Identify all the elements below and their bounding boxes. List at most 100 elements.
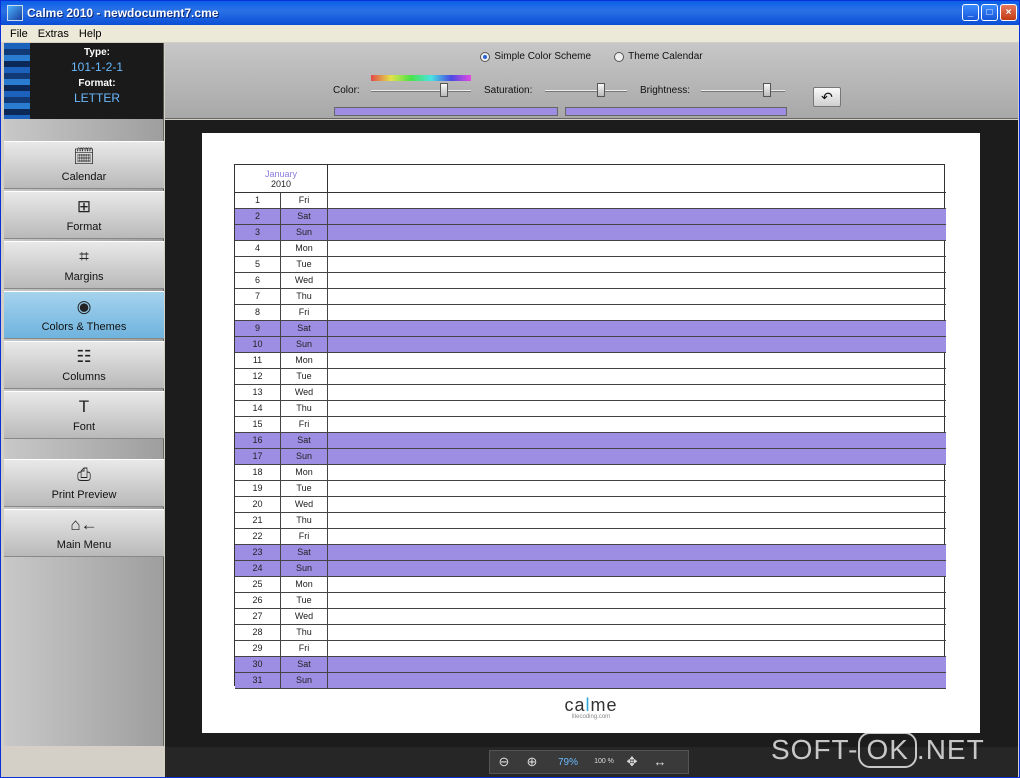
color-preview-swatch-2 xyxy=(565,107,787,116)
columns-icon: ☷ xyxy=(76,347,92,366)
calendar-row: 3 Sun xyxy=(235,225,946,241)
saturation-label: Saturation: xyxy=(484,85,533,96)
calendar-row: 20 Wed xyxy=(235,497,946,513)
weekday: Mon xyxy=(281,353,328,368)
color-slider-thumb[interactable] xyxy=(440,83,448,97)
weekday: Fri xyxy=(281,417,328,432)
fit-page-icon[interactable]: ✥ xyxy=(618,751,646,773)
logo-part-1: ca xyxy=(564,695,586,715)
calendar-row: 19 Tue xyxy=(235,481,946,497)
day-number: 30 xyxy=(235,657,281,672)
day-number: 29 xyxy=(235,641,281,656)
weekday: Mon xyxy=(281,465,328,480)
saturation-slider[interactable] xyxy=(545,81,627,99)
day-number: 15 xyxy=(235,417,281,432)
calendar-row: 2 Sat xyxy=(235,209,946,225)
weekday: Wed xyxy=(281,385,328,400)
simple-scheme-radio[interactable] xyxy=(480,51,491,62)
weekday: Tue xyxy=(281,257,328,272)
color-label: Color: xyxy=(333,85,360,96)
day-number: 9 xyxy=(235,321,281,336)
menu-file[interactable]: File xyxy=(5,28,33,40)
brightness-slider[interactable] xyxy=(701,81,785,99)
watermark-part-2: OK xyxy=(858,732,917,768)
weekday: Fri xyxy=(281,529,328,544)
info-text: Type: 101-1-2-1 Format: LETTER xyxy=(30,43,164,105)
day-number: 22 xyxy=(235,529,281,544)
month-header-cell: January 2010 xyxy=(235,165,328,193)
sidebar-item-colors-themes[interactable]: ◉ Colors & Themes xyxy=(4,291,164,339)
sidebar-item-print-preview[interactable]: ⎙ Print Preview xyxy=(4,459,164,507)
calendar-row: 7 Thu xyxy=(235,289,946,305)
sidebar-item-main-menu[interactable]: ⌂← Main Menu xyxy=(4,509,164,557)
day-number: 27 xyxy=(235,609,281,624)
sidebar-item-label: Main Menu xyxy=(56,539,112,551)
brightness-slider-thumb[interactable] xyxy=(763,83,771,97)
day-number: 4 xyxy=(235,241,281,256)
calendar-row: 22 Fri xyxy=(235,529,946,545)
theme-calendar-option[interactable]: Theme Calendar xyxy=(614,51,703,62)
weekday: Fri xyxy=(281,641,328,656)
saturation-slider-thumb[interactable] xyxy=(597,83,605,97)
theme-calendar-radio[interactable] xyxy=(614,51,625,62)
sidebar-item-format[interactable]: ⊞ Format xyxy=(4,191,164,239)
minimize-button[interactable]: _ xyxy=(962,4,979,21)
sidebar-item-label: Columns xyxy=(62,371,106,383)
zoom-out-icon[interactable]: ⊖ xyxy=(490,751,518,773)
zoom-controls: ⊖ ⊕ 79% 100 % ✥ ↔ xyxy=(489,750,689,774)
document-info-panel: Type: 101-1-2-1 Format: LETTER xyxy=(4,43,164,119)
undo-icon: ↶ xyxy=(821,89,833,105)
day-number: 19 xyxy=(235,481,281,496)
format-icon: ⊞ xyxy=(76,197,92,216)
calendar-row: 16 Sat xyxy=(235,433,946,449)
slider-row: Color: Saturation: Brightness: xyxy=(165,75,1018,101)
theme-calendar-label: Theme Calendar xyxy=(628,51,703,62)
fit-width-icon[interactable]: ↔ xyxy=(646,751,674,773)
day-number: 6 xyxy=(235,273,281,288)
sidebar-item-margins[interactable]: ⌗ Margins xyxy=(4,241,164,289)
calendar-row: 14 Thu xyxy=(235,401,946,417)
sidebar-item-columns[interactable]: ☷ Columns xyxy=(4,341,164,389)
weekday: Thu xyxy=(281,513,328,528)
simple-scheme-label: Simple Color Scheme xyxy=(494,51,592,62)
menu-help[interactable]: Help xyxy=(74,28,107,40)
weekday: Tue xyxy=(281,369,328,384)
type-value: 101-1-2-1 xyxy=(70,60,124,74)
menu-extras[interactable]: Extras xyxy=(33,28,74,40)
printer-icon: ⎙ xyxy=(77,465,91,484)
sidebar-item-calendar[interactable]: 🗓 Calendar xyxy=(4,141,164,189)
day-number: 26 xyxy=(235,593,281,608)
sidebar-item-font[interactable]: T Font xyxy=(4,391,164,439)
palette-icon: ◉ xyxy=(76,297,92,316)
window-controls: _ □ × xyxy=(962,4,1017,21)
day-number: 31 xyxy=(235,673,281,688)
close-button[interactable]: × xyxy=(1000,4,1017,21)
undo-button[interactable]: ↶ xyxy=(813,87,841,107)
month-label: January xyxy=(264,169,298,179)
maximize-button[interactable]: □ xyxy=(981,4,998,21)
weekday: Sun xyxy=(281,449,328,464)
calendar-row: 27 Wed xyxy=(235,609,946,625)
calendar-row: 11 Mon xyxy=(235,353,946,369)
zoom-in-icon[interactable]: ⊕ xyxy=(518,751,546,773)
calendar-header: January 2010 xyxy=(235,165,946,193)
calendar-row: 30 Sat xyxy=(235,657,946,673)
watermark-part-3: .NET xyxy=(916,734,985,765)
calendar-icon: 🗓 xyxy=(73,147,95,166)
calendar-table: January 2010 1 Fri 2 Sat 3 Sun 4 Mon 5 Tue 6 Wed 7 Th… xyxy=(234,164,946,689)
logo-part-3: me xyxy=(590,695,618,715)
color-slider[interactable] xyxy=(371,75,471,99)
scheme-options: Simple Color Scheme Theme Calendar xyxy=(165,51,1018,65)
color-preview-swatch xyxy=(334,107,558,116)
simple-color-scheme-option[interactable]: Simple Color Scheme xyxy=(480,51,591,62)
day-number: 14 xyxy=(235,401,281,416)
day-number: 16 xyxy=(235,433,281,448)
watermark-part-1: SOFT- xyxy=(771,734,859,765)
weekday: Mon xyxy=(281,577,328,592)
calendar-row: 26 Tue xyxy=(235,593,946,609)
window-title: Calme 2010 - newdocument7.cme xyxy=(27,6,219,20)
logo-tagline: litecoding.com xyxy=(571,714,611,720)
zoom-100-button[interactable]: 100 % xyxy=(590,758,618,766)
sidebar-item-label: Calendar xyxy=(61,171,107,183)
format-label: Format: xyxy=(78,78,116,89)
